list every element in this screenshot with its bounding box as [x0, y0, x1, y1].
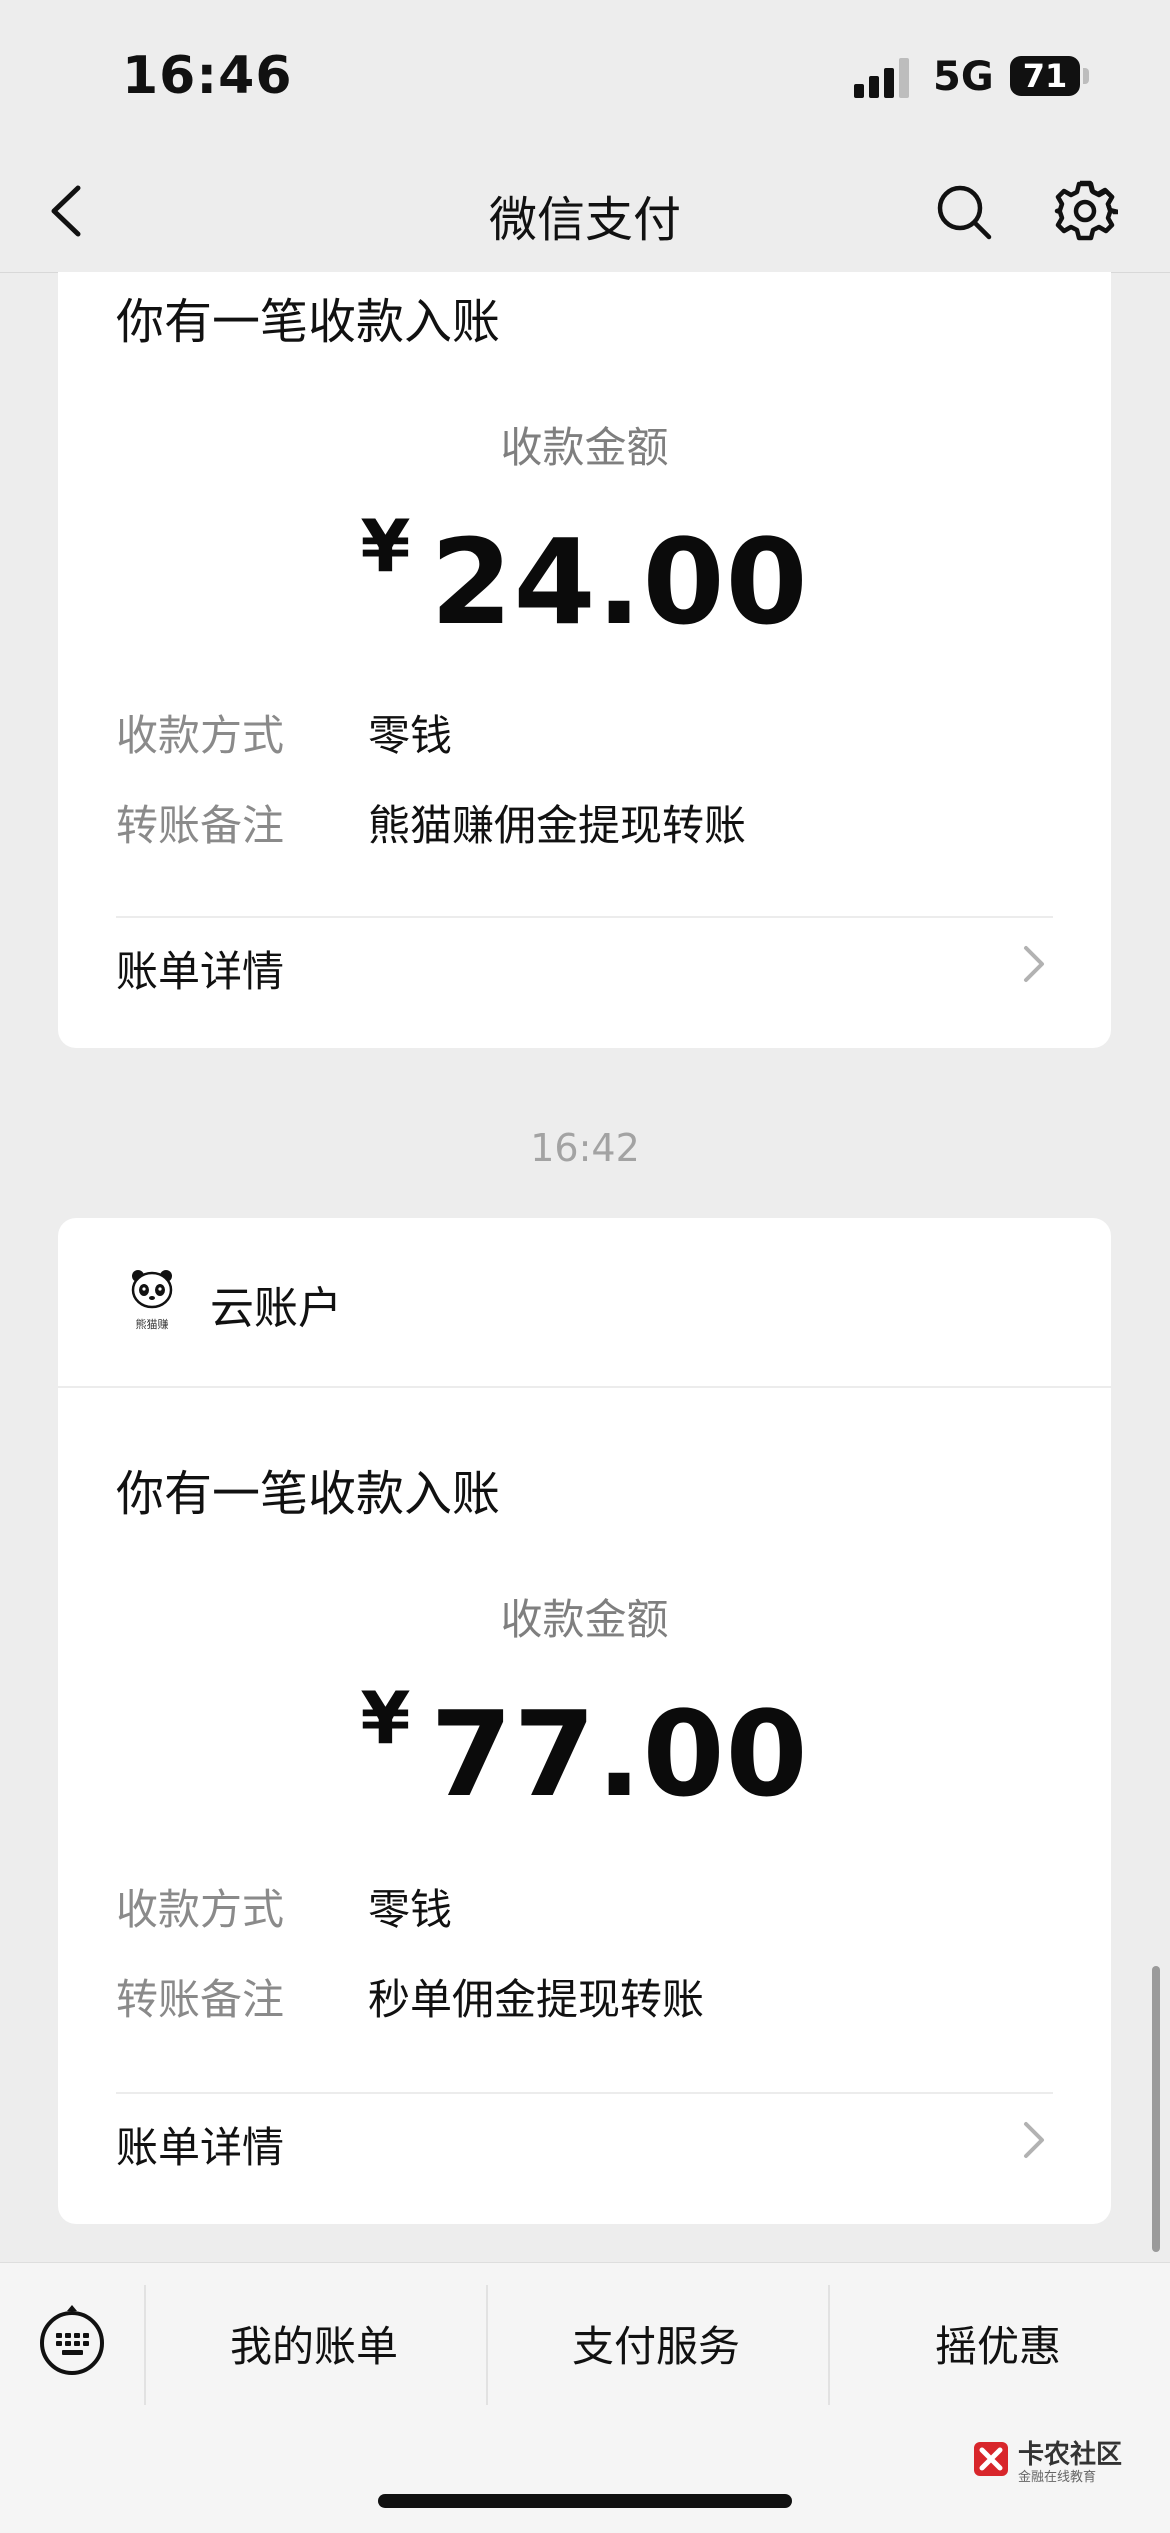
bill-detail-link[interactable]: 账单详情 [116, 2094, 1053, 2184]
amount-value: ¥77.00 [58, 1676, 1111, 1823]
keyboard-icon[interactable] [36, 2303, 108, 2375]
gear-icon[interactable] [1052, 178, 1121, 244]
card-title: 你有一笔收款入账 [116, 1466, 501, 1522]
battery-icon: 71 [1010, 56, 1080, 96]
chevron-right-icon [1024, 946, 1044, 982]
currency-symbol: ¥ [360, 504, 411, 588]
menu-my-bills[interactable]: 我的账单 [144, 2313, 484, 2374]
battery-tip [1083, 68, 1089, 84]
amount-label: 收款金额 [500, 423, 669, 472]
bill-detail-label: 账单详情 [116, 2123, 285, 2172]
bill-detail-label: 账单详情 [116, 947, 285, 996]
network-type: 5G [933, 54, 994, 100]
source-header[interactable]: 熊猫赚 云账户 [58, 1218, 1111, 1388]
row-value: 零钱 [368, 711, 453, 760]
panda-logo-icon: 熊猫赚 [128, 1268, 176, 1332]
home-indicator[interactable] [378, 2494, 792, 2508]
status-time: 16:46 [122, 46, 293, 106]
amount-value: ¥24.00 [58, 504, 1111, 651]
menu-payment-services[interactable]: 支付服务 [486, 2313, 826, 2374]
watermark-subtitle: 金融在线教育 [1018, 2470, 1097, 2485]
row-value: 秒单佣金提现转账 [368, 1975, 705, 2024]
row-value: 零钱 [368, 1885, 453, 1934]
payment-card: 熊猫赚 云账户 你有一笔收款入账 收款金额 ¥77.00 收款方式 零钱 转账备… [58, 1218, 1111, 2224]
row-label: 转账备注 [116, 801, 285, 850]
menu-shake-offers[interactable]: 摇优惠 [828, 2313, 1168, 2374]
panda-logo-text: 熊猫赚 [136, 1317, 169, 1331]
bottom-menu-bar: 我的账单 支付服务 摇优惠 [0, 2262, 1170, 2533]
payment-card: 你有一笔收款入账 收款金额 ¥24.00 收款方式 零钱 转账备注 熊猫赚佣金提… [58, 272, 1111, 1048]
amount-label: 收款金额 [500, 1595, 669, 1644]
chevron-right-icon [1024, 2122, 1044, 2158]
amount-number: 24.00 [430, 513, 809, 651]
watermark: 卡农社区 金融在线教育 [972, 2434, 1122, 2485]
message-timestamp: 16:42 [530, 1126, 640, 1170]
card-title: 你有一笔收款入账 [116, 294, 501, 350]
nav-bar: 微信支付 [0, 150, 1170, 273]
signal-icon [854, 58, 912, 98]
amount-number: 77.00 [430, 1685, 809, 1823]
watermark-logo-icon [974, 2442, 1008, 2476]
row-value: 熊猫赚佣金提现转账 [368, 801, 747, 850]
bill-detail-link[interactable]: 账单详情 [116, 918, 1053, 1008]
scrollbar[interactable] [1152, 1966, 1160, 2252]
row-label: 转账备注 [116, 1975, 285, 2024]
row-label: 收款方式 [116, 711, 285, 760]
search-icon[interactable] [932, 180, 996, 244]
currency-symbol: ¥ [360, 1676, 411, 1760]
status-bar: 16:46 5G 71 [0, 0, 1170, 150]
row-label: 收款方式 [116, 1885, 285, 1934]
source-name: 云账户 [210, 1283, 342, 1334]
